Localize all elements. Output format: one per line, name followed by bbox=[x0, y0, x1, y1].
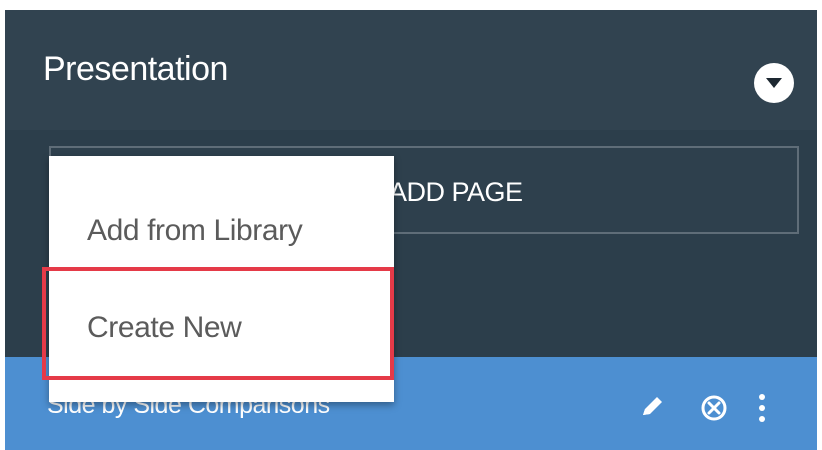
add-page-menu: Add from Library Create New bbox=[49, 156, 394, 402]
panel-title: Presentation bbox=[43, 50, 228, 88]
menu-item-label: Create New bbox=[87, 311, 242, 344]
remove-circle-icon[interactable] bbox=[700, 394, 728, 422]
screenshot-frame: Presentation ADD PAGE Side by Side Compa… bbox=[0, 0, 822, 450]
pencil-icon[interactable] bbox=[638, 393, 666, 421]
menu-item-label: Add from Library bbox=[87, 214, 303, 247]
page-row-actions bbox=[627, 393, 787, 433]
chevron-down-circle-icon[interactable] bbox=[754, 63, 794, 103]
more-vertical-icon[interactable] bbox=[756, 393, 768, 423]
presentation-panel: Presentation ADD PAGE Side by Side Compa… bbox=[5, 10, 817, 450]
menu-item-create-new[interactable]: Create New bbox=[49, 271, 394, 389]
panel-header: Presentation bbox=[5, 10, 817, 130]
